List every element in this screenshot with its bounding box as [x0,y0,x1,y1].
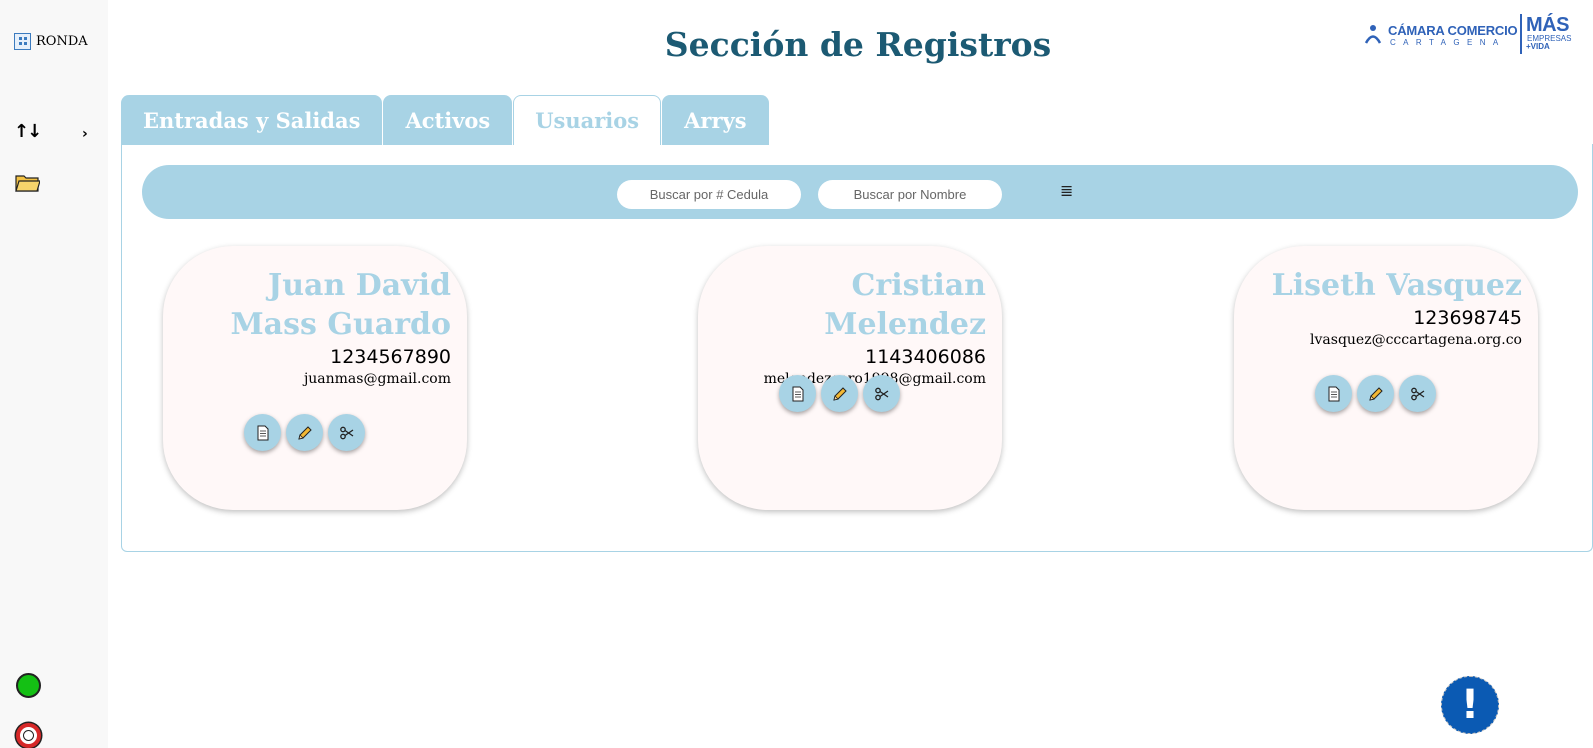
up-down-arrows-icon[interactable]: ↑↓ [14,121,42,142]
user-name: Cristian Melendez [824,268,986,342]
page-title: Sección de Registros [664,25,1052,64]
tab-activos[interactable]: Activos [383,95,513,145]
alert-button[interactable]: ! [1441,676,1499,734]
view-button[interactable] [244,414,281,451]
search-bar: ≣ [142,165,1578,219]
scissors-icon [874,387,888,400]
user-id: 1234567890 [330,346,451,368]
user-name: Juan David Mass Guardo [230,268,451,342]
user-id: 1143406086 [865,346,986,368]
document-icon [257,425,268,440]
document-icon [1328,386,1339,401]
exclamation-icon: ! [1460,682,1480,728]
card-actions [779,375,900,412]
users-panel: ≣ Juan David Mass Guardo 1234567890 juan… [121,144,1593,552]
chevron-right-icon[interactable]: › [82,126,88,142]
delete-button[interactable] [1399,375,1436,412]
user-card: Liseth Vasquez 123698745 lvasquez@cccart… [1234,246,1538,510]
user-card: Cristian Melendez 1143406086 melendezcar… [698,246,1002,510]
user-card: Juan David Mass Guardo 1234567890 juanma… [163,246,467,510]
delete-button[interactable] [863,375,900,412]
user-id: 123698745 [1413,307,1522,329]
status-green-icon[interactable] [16,673,41,698]
view-button[interactable] [1315,375,1352,412]
scissors-icon [1410,387,1424,400]
document-icon [792,386,803,401]
tab-arrys[interactable]: Arrys [662,95,769,145]
scissors-icon [339,426,353,439]
logo-mark-icon [1364,25,1382,44]
record-icon[interactable] [16,723,41,748]
search-cedula-input[interactable] [617,180,801,209]
card-actions [244,414,365,451]
pencil-icon [1368,386,1383,401]
camara-comercio-logo: CÁMARA COMERCIO CARTAGENA MÁS EMPRESAS +… [1360,14,1580,54]
tab-bar: Entradas y Salidas Activos Usuarios Arry… [121,95,770,145]
user-name: Liseth Vasquez [1271,268,1522,303]
edit-button[interactable] [821,375,858,412]
folder-icon[interactable] [15,174,40,192]
edit-button[interactable] [286,414,323,451]
pencil-icon [832,386,847,401]
search-nombre-input[interactable] [818,180,1002,209]
pencil-icon [297,425,312,440]
user-email: lvasquez@cccartagena.org.co [1310,332,1522,348]
sidebar: RONDA ↑↓ › [0,0,108,748]
tab-entradas-salidas[interactable]: Entradas y Salidas [121,95,383,145]
tab-usuarios[interactable]: Usuarios [513,95,662,145]
view-button[interactable] [779,375,816,412]
list-filter-icon[interactable]: ≣ [1060,181,1073,200]
edit-button[interactable] [1357,375,1394,412]
user-email: juanmas@gmail.com [303,371,451,387]
card-actions [1315,375,1436,412]
delete-button[interactable] [328,414,365,451]
